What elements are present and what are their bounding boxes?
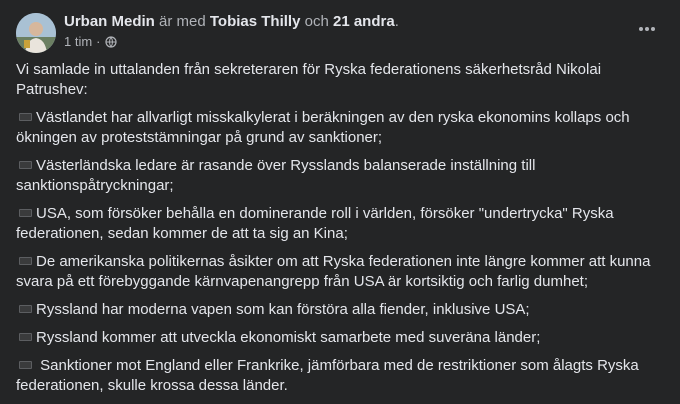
bullet-item: De amerikanska politikernas åsikter om a…: [16, 252, 656, 292]
more-options-button[interactable]: [634, 18, 660, 40]
ellipsis-icon: [639, 27, 655, 31]
bullet-item: Ryssland har moderna vapen som kan först…: [16, 300, 656, 320]
bullet-square-icon: [19, 332, 32, 341]
author-avatar[interactable]: [16, 13, 56, 53]
bullet-item: Sanktioner mot England eller Frankrike, …: [16, 356, 656, 396]
tagged-person-link[interactable]: Tobias Thilly: [210, 13, 301, 30]
and-text: och: [300, 13, 333, 30]
bullet-text: Västerländska ledare är rasande över Rys…: [16, 157, 536, 194]
bullet-item: Ryssland kommer att utveckla ekonomiskt …: [16, 328, 656, 348]
bullet-square-icon: [19, 112, 32, 121]
timestamp-link[interactable]: 1 tim: [64, 34, 92, 50]
bullet-text: Ryssland kommer att utveckla ekonomiskt …: [36, 329, 541, 346]
bullet-text: Sanktioner mot England eller Frankrike, …: [16, 357, 639, 394]
others-link[interactable]: 21 andra: [333, 13, 395, 30]
post-header: Urban Medin är med Tobias Thilly och 21 …: [64, 12, 399, 32]
bullet-item: Västerländska ledare är rasande över Rys…: [16, 156, 656, 196]
bullet-square-icon: [19, 304, 32, 313]
bullet-text: Ryssland har moderna vapen som kan först…: [36, 301, 530, 318]
bullet-square-icon: [19, 256, 32, 265]
bullet-square-icon: [19, 360, 32, 369]
with-text: är med: [154, 13, 210, 30]
post-body: Vi samlade in uttalanden från sekreterar…: [16, 60, 656, 404]
meta-separator: ·: [96, 34, 101, 49]
bullet-item: USA, som försöker behålla en dominerande…: [16, 204, 656, 244]
bullet-square-icon: [19, 208, 32, 217]
avatar-photo: [16, 13, 56, 53]
facebook-post: Urban Medin är med Tobias Thilly och 21 …: [0, 0, 680, 401]
bullet-square-icon: [19, 160, 32, 169]
author-name-link[interactable]: Urban Medin: [64, 13, 155, 30]
period: .: [394, 13, 399, 30]
bullet-text: Västlandet har allvarligt misskalkylerat…: [16, 109, 630, 146]
post-meta: 1 tim ·: [64, 34, 117, 50]
globe-icon[interactable]: [104, 36, 117, 48]
bullet-item: Västlandet har allvarligt misskalkylerat…: [16, 108, 656, 148]
bullet-text: De amerikanska politikernas åsikter om a…: [16, 253, 651, 290]
bullet-text: USA, som försöker behålla en dominerande…: [16, 205, 614, 242]
post-intro: Vi samlade in uttalanden från sekreterar…: [16, 61, 602, 98]
